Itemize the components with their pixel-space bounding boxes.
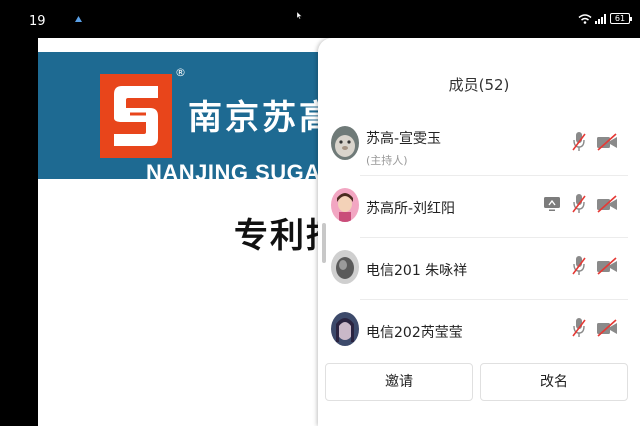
rename-button[interactable]: 改名 xyxy=(480,363,628,401)
company-name-cn: 南京苏高 xyxy=(188,98,336,138)
member-row[interactable]: 电信201 朱咏祥 xyxy=(318,238,640,300)
camera-off-icon[interactable] xyxy=(596,257,618,275)
avatar xyxy=(331,126,359,160)
registered-mark: ® xyxy=(175,66,186,79)
app-glyph-icon xyxy=(75,16,82,22)
member-row[interactable]: 苏高所-刘红阳 xyxy=(318,176,640,238)
member-list: 苏高-宣雯玉 (主持人) 苏高所-刘红阳 电信201 朱咏祥 电信202芮莹莹 xyxy=(318,114,640,362)
logo-mark-icon xyxy=(114,86,158,146)
camera-off-icon[interactable] xyxy=(596,195,618,213)
mic-muted-icon[interactable] xyxy=(572,193,586,215)
panel-buttons: 邀请 改名 xyxy=(325,363,631,401)
member-name: 苏高所-刘红阳 xyxy=(366,201,456,217)
camera-off-icon[interactable] xyxy=(596,133,618,151)
avatar xyxy=(331,188,359,222)
cursor-icon xyxy=(297,12,302,19)
battery-icon: 61 xyxy=(610,13,632,24)
status-indicators: 61 xyxy=(578,13,632,24)
screen-share-icon xyxy=(544,197,560,211)
company-logo xyxy=(100,74,172,158)
signal-icon xyxy=(595,13,606,24)
invite-button[interactable]: 邀请 xyxy=(325,363,473,401)
mic-muted-icon[interactable] xyxy=(572,131,586,153)
battery-level: 61 xyxy=(614,14,626,23)
member-name: 苏高-宣雯玉 xyxy=(366,131,442,147)
panel-title: 成员(52) xyxy=(448,76,510,94)
wifi-icon xyxy=(578,13,592,24)
member-row[interactable]: 电信202芮莹莹 xyxy=(318,300,640,362)
status-bar: 19 61 xyxy=(0,0,640,38)
status-time: 19 xyxy=(29,14,46,29)
member-role: (主持人) xyxy=(366,154,408,167)
mic-muted-icon[interactable] xyxy=(572,317,586,339)
avatar xyxy=(331,250,359,284)
mic-muted-icon[interactable] xyxy=(572,255,586,277)
member-name: 电信202芮莹莹 xyxy=(366,325,463,341)
camera-off-icon[interactable] xyxy=(596,319,618,337)
member-row[interactable]: 苏高-宣雯玉 (主持人) xyxy=(318,114,640,176)
meeting-screen: 19 61 ® 南京苏高 NANJING SUGAO P 专利挖 成员(52) … xyxy=(0,0,640,426)
members-panel: 成员(52) 苏高-宣雯玉 (主持人) 苏高所-刘红阳 电信201 朱咏祥 电信… xyxy=(318,38,640,426)
avatar xyxy=(331,312,359,346)
member-name: 电信201 朱咏祥 xyxy=(366,263,468,279)
